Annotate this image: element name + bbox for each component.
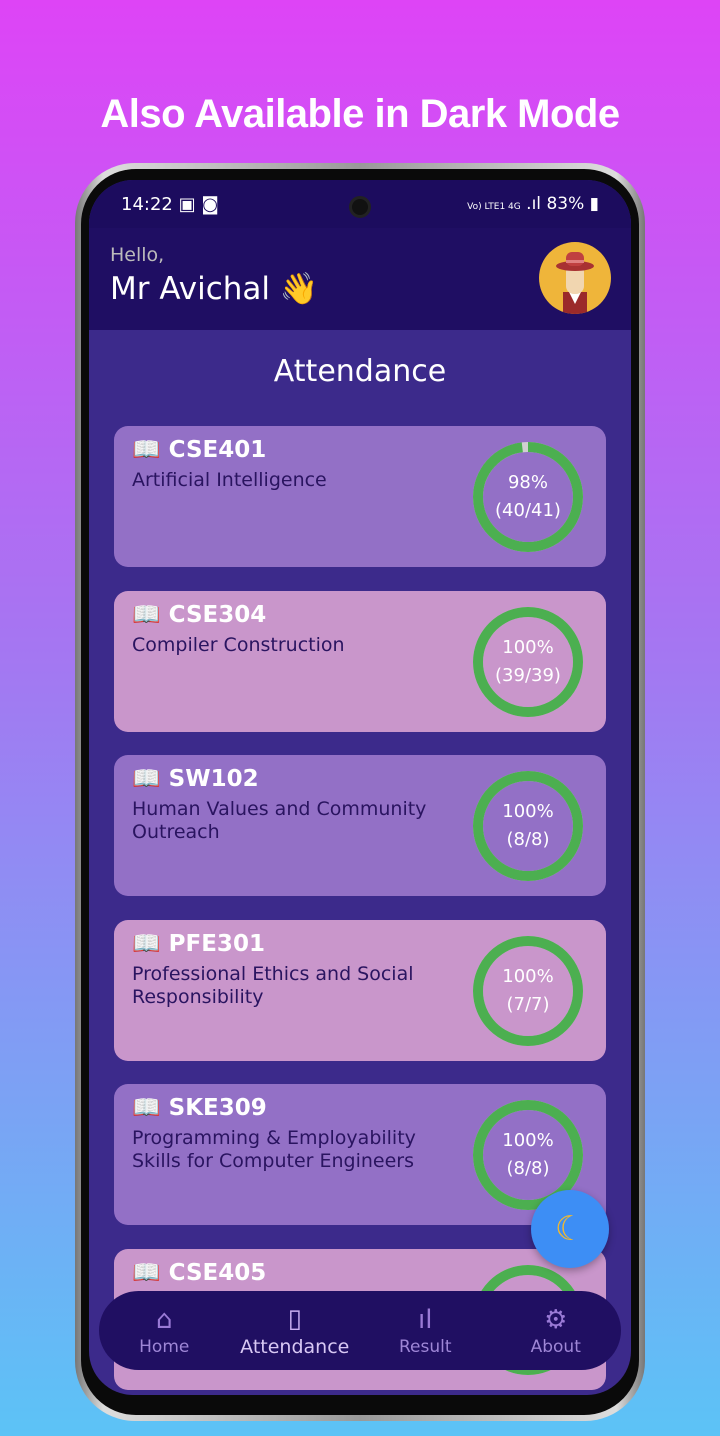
- course-card[interactable]: 📖 PFE301 Professional Ethics and Social …: [114, 919, 606, 1061]
- header: Hello, Mr Avichal 👋: [89, 228, 631, 330]
- attendance-percent: 100%: [502, 965, 554, 987]
- nav-result[interactable]: ıl Result: [360, 1291, 491, 1370]
- attendance-ring: 98% (40/41): [470, 439, 586, 555]
- course-card[interactable]: 📖 CSE304 Compiler Construction 100% (39/3…: [114, 590, 606, 732]
- book-icon: 📖: [132, 1259, 161, 1286]
- attendance-count: (8/8): [506, 1158, 550, 1179]
- gear-icon: ⚙: [544, 1304, 568, 1335]
- course-card[interactable]: 📖 CSE401 Artificial Intelligence 98% (40/…: [114, 426, 606, 567]
- nav-home[interactable]: ⌂ Home: [99, 1291, 230, 1370]
- page-title: Attendance: [273, 354, 447, 389]
- clock: 14:22: [121, 193, 173, 215]
- user-name: Mr Avichal 👋: [110, 271, 319, 307]
- battery-icon: ▮: [589, 194, 599, 214]
- book-icon: ▯: [287, 1303, 302, 1334]
- attendance-ring: 100% (39/39): [470, 604, 586, 720]
- nav-label: Home: [139, 1336, 190, 1357]
- book-icon: 📖: [132, 766, 161, 792]
- nav-about[interactable]: ⚙ About: [491, 1291, 622, 1370]
- nav-label: Result: [398, 1336, 452, 1357]
- camera-cutout: [349, 196, 371, 218]
- course-name: Human Values and Community Outreach: [132, 798, 427, 843]
- battery-level: 83%: [546, 194, 585, 214]
- course-name: Professional Ethics and Social Responsib…: [132, 962, 414, 1008]
- dark-mode-toggle-button[interactable]: ☾: [531, 1190, 609, 1268]
- attendance-count: (39/39): [495, 664, 561, 686]
- gallery-icon: ▣: [178, 193, 196, 215]
- course-code-text: SW102: [168, 766, 259, 792]
- nav-label: Attendance: [240, 1335, 350, 1358]
- book-icon: 📖: [132, 601, 161, 628]
- course-code-text: CSE304: [168, 601, 267, 628]
- attendance-percent: 100%: [502, 801, 554, 822]
- course-code-text: SKE309: [168, 1095, 267, 1121]
- headline: Also Available in Dark Mode: [100, 92, 620, 136]
- attendance-ring: 100% (8/8): [470, 768, 586, 884]
- course-name: Artificial Intelligence: [132, 469, 327, 491]
- attendance-count: (7/7): [506, 993, 550, 1015]
- attendance-percent: 100%: [502, 636, 554, 658]
- avatar[interactable]: [539, 242, 611, 314]
- attendance-percent: 98%: [507, 472, 548, 493]
- course-card[interactable]: 📖 SW102 Human Values and Community Outre…: [114, 755, 606, 896]
- attendance-count: (8/8): [506, 829, 550, 850]
- attendance-percent: 100%: [502, 1130, 554, 1151]
- book-icon: 📖: [132, 1095, 161, 1121]
- home-icon: ⌂: [155, 1304, 173, 1335]
- bar-chart-icon: ıl: [418, 1304, 433, 1335]
- book-icon: 📖: [132, 930, 161, 957]
- course-name: Compiler Construction: [132, 633, 345, 656]
- moon-icon: ☾: [554, 1209, 586, 1249]
- network-indicator: Vo) LTE1 4G: [467, 202, 521, 212]
- book-icon: 📖: [132, 437, 161, 463]
- course-code-text: PFE301: [168, 930, 265, 957]
- attendance-count: (40/41): [495, 500, 561, 521]
- course-code-text: CSE401: [168, 437, 267, 463]
- bottom-nav: ⌂ Home ▯ Attendance ıl Result ⚙ About: [99, 1291, 621, 1370]
- nav-label: About: [530, 1336, 581, 1357]
- course-card[interactable]: 📖 SKE309 Programming & Employability Ski…: [114, 1084, 606, 1225]
- attendance-ring: 100% (7/7): [470, 933, 586, 1049]
- greeting: Hello,: [110, 244, 165, 266]
- app-screen: 14:22 ▣ ◙ Vo) LTE1 4G .ıl 83% ▮ Hello, M…: [89, 180, 631, 1395]
- course-code-text: CSE405: [168, 1259, 267, 1286]
- notification-icon: ◙: [201, 193, 219, 215]
- nav-attendance[interactable]: ▯ Attendance: [230, 1291, 361, 1370]
- signal-icon: .ıl: [526, 194, 542, 214]
- course-name: Programming & Employability Skills for C…: [132, 1127, 416, 1172]
